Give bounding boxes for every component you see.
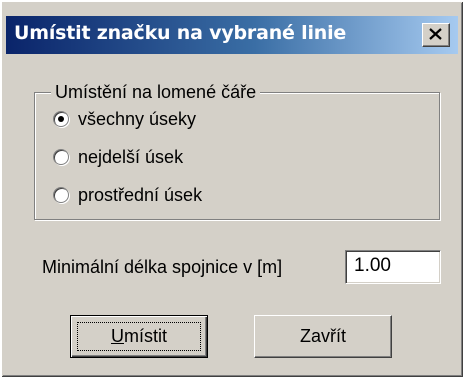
close-dialog-button-label: Zavřít [299, 326, 346, 346]
place-button[interactable]: Umístit [70, 315, 208, 358]
radio-middle-segment-label[interactable]: prostřední úsek [78, 185, 202, 206]
radio-selected-dot [58, 116, 64, 122]
min-length-input[interactable]: 1.00 [345, 250, 441, 284]
radio-longest-segment-circle[interactable] [53, 149, 69, 165]
radio-longest-segment-label[interactable]: nejdelší úsek [78, 147, 183, 168]
close-icon [429, 28, 442, 40]
radio-longest-segment[interactable]: nejdelší úsek [53, 145, 183, 169]
dialog-window: Umístit značku na vybrané linie Umístění… [1, 1, 464, 378]
radio-middle-segment-circle[interactable] [53, 187, 69, 203]
min-length-label: Minimální délka spojnice v [m] [42, 257, 283, 277]
groupbox-legend: Umístění na lomené čáře [51, 81, 261, 103]
radio-all-segments-label[interactable]: všechny úseky [78, 109, 196, 130]
place-button-label: Umístit [111, 326, 167, 346]
title-bar[interactable]: Umístit značku na vybrané linie [6, 16, 458, 54]
radio-all-segments-circle[interactable] [53, 111, 69, 127]
close-dialog-button[interactable]: Zavřít [254, 315, 392, 358]
dialog-title: Umístit značku na vybrané linie [14, 22, 347, 44]
radio-middle-segment[interactable]: prostřední úsek [53, 183, 202, 207]
radio-all-segments[interactable]: všechny úseky [53, 107, 196, 131]
placement-groupbox: Umístění na lomené čáře všechny úseky ne… [34, 81, 440, 220]
close-button[interactable] [422, 23, 450, 47]
